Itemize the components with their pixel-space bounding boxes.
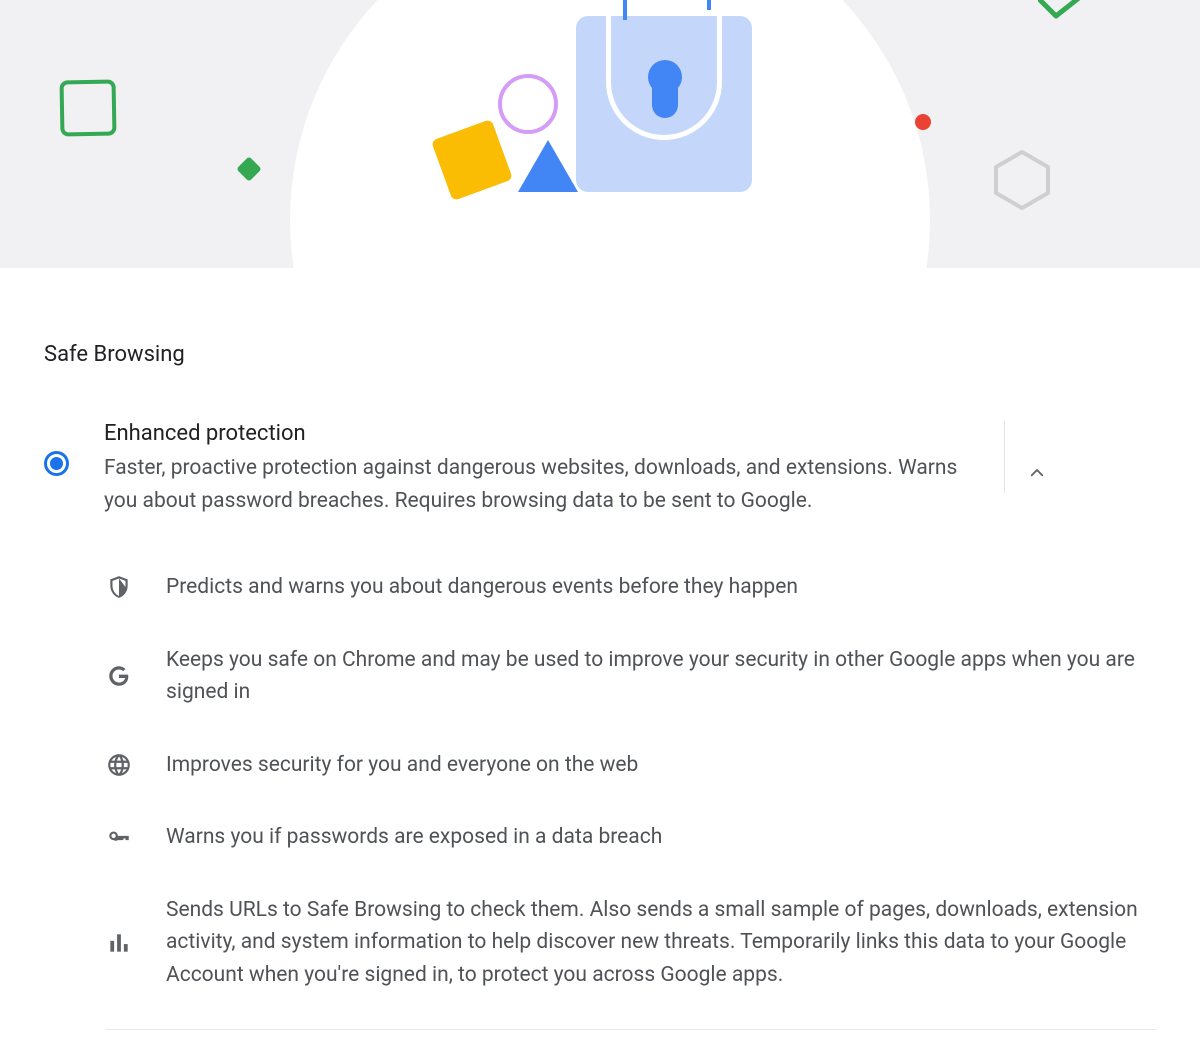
shield-icon xyxy=(106,574,132,600)
option-title: Enhanced protection xyxy=(104,421,984,446)
globe-icon xyxy=(106,752,132,778)
collapse-toggle[interactable] xyxy=(1004,421,1068,493)
divider xyxy=(106,1029,1156,1030)
key-icon xyxy=(106,825,132,851)
option-enhanced-protection[interactable]: Enhanced protection Faster, proactive pr… xyxy=(44,407,1156,1030)
hero-illustration xyxy=(0,0,1200,268)
chevron-up-icon xyxy=(1028,464,1046,482)
feature-item: Predicts and warns you about dangerous e… xyxy=(106,551,1156,624)
feature-item: Warns you if passwords are exposed in a … xyxy=(106,801,1156,874)
option-description: Faster, proactive protection against dan… xyxy=(104,452,984,517)
radio-enhanced-protection[interactable] xyxy=(44,451,69,476)
section-title: Safe Browsing xyxy=(44,268,1156,407)
google-g-icon xyxy=(106,663,132,689)
feature-item: Keeps you safe on Chrome and may be used… xyxy=(106,624,1156,729)
analytics-icon xyxy=(106,930,132,956)
feature-item: Improves security for you and everyone o… xyxy=(106,729,1156,802)
feature-item: Sends URLs to Safe Browsing to check the… xyxy=(106,874,1156,1012)
